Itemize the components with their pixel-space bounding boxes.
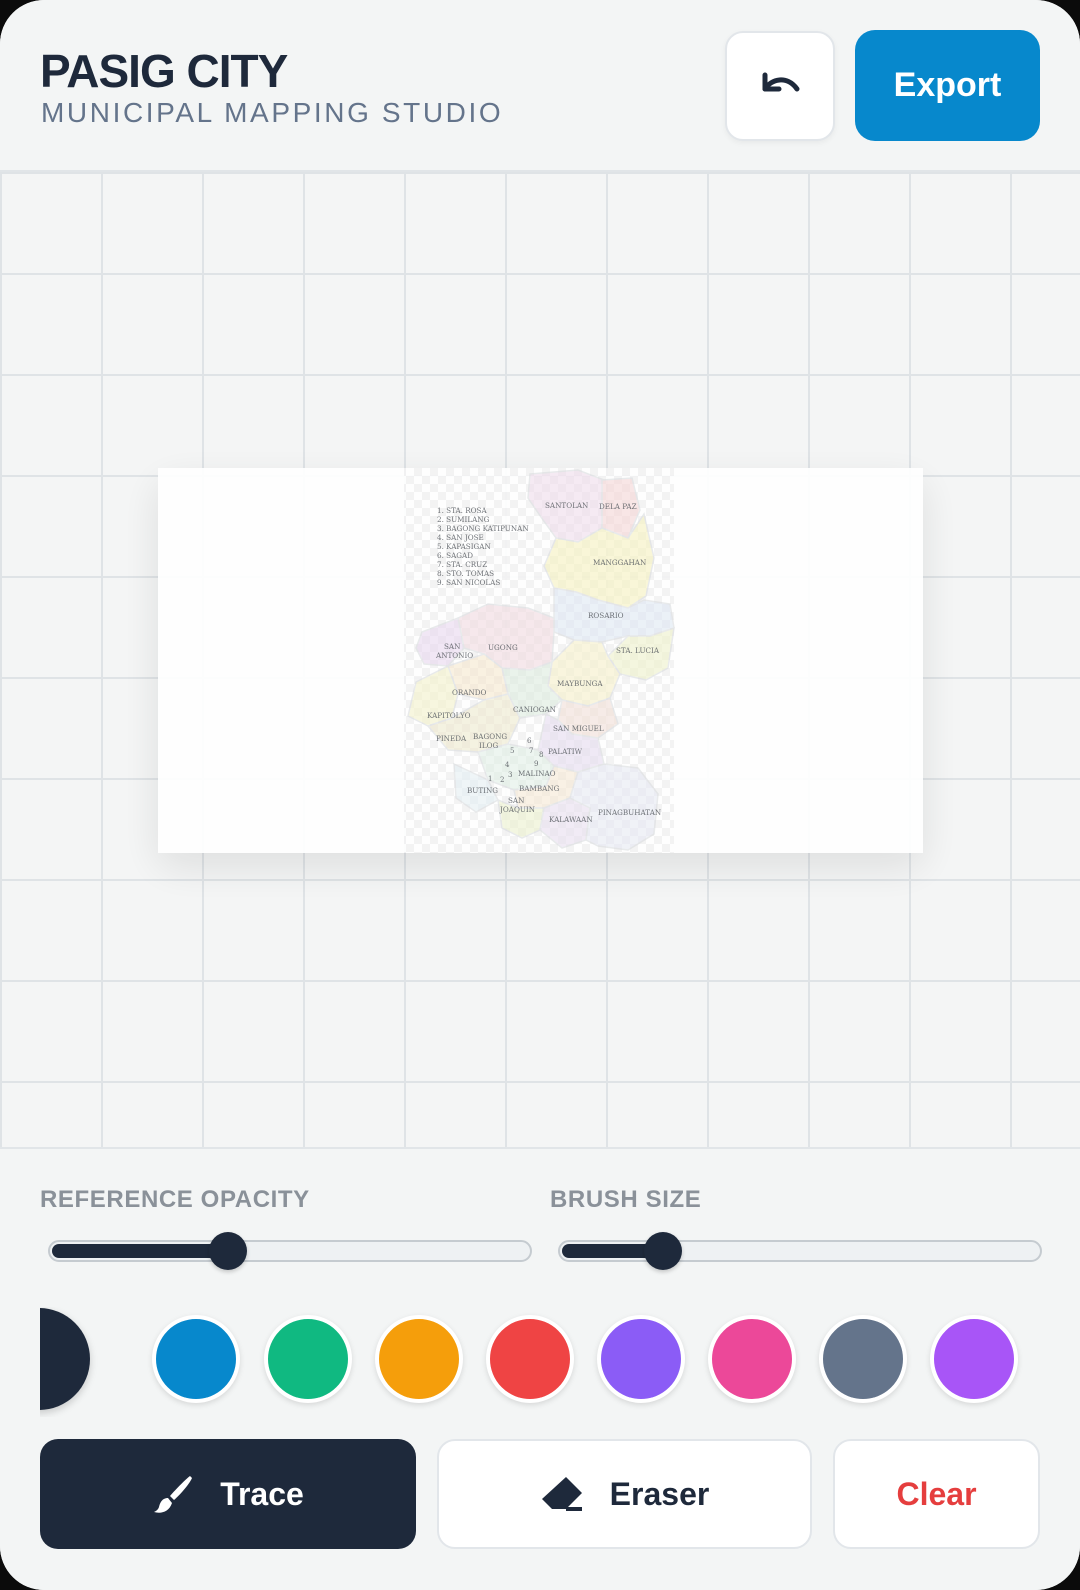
map-label: PINEDA (436, 734, 467, 743)
opacity-slider-fill (52, 1244, 230, 1258)
clear-label: Clear (896, 1475, 977, 1512)
map-label: BUTING (467, 786, 498, 795)
legend-item: 4. SAN JOSE (437, 533, 484, 542)
color-swatch[interactable] (708, 1315, 796, 1403)
map-label: SAN (508, 796, 524, 805)
trace-tool-button[interactable]: Trace (40, 1439, 416, 1549)
app-subtitle: MUNICIPAL MAPPING STUDIO (41, 97, 504, 128)
map-number: 7 (529, 747, 533, 755)
map-label: ILOG (479, 741, 499, 750)
map-label: BAGONG (473, 732, 507, 741)
map-number: 6 (527, 737, 532, 745)
map-label: CANIOGAN (513, 705, 556, 714)
map-number: 3 (508, 771, 512, 779)
undo-icon (762, 72, 800, 92)
map-label: ORANDO (452, 688, 487, 697)
map-label: SAN (444, 642, 460, 651)
map-label: MALINAO (518, 769, 556, 778)
app-title: PASIG CITY (40, 45, 288, 97)
opacity-slider[interactable] (48, 1232, 532, 1270)
legend-item: 2. SUMILANG (437, 515, 490, 524)
clear-button[interactable]: Clear (833, 1439, 1040, 1549)
opacity-slider-thumb[interactable] (209, 1232, 247, 1270)
reference-image: 1. STA. ROSA 2. SUMILANG 3. BAGONG KATIP… (158, 468, 923, 853)
eraser-tool-button[interactable]: Eraser (437, 1439, 812, 1549)
app-window: PASIG CITY MUNICIPAL MAPPING STUDIO Expo… (0, 0, 1080, 1590)
legend-item: 1. STA. ROSA (437, 506, 487, 515)
controls-panel: REFERENCE OPACITY BRUSH SIZE Trace Erase… (0, 1150, 1080, 1590)
color-swatch[interactable] (930, 1315, 1018, 1403)
legend-item: 6. SAGAD (437, 551, 473, 560)
legend-item: 3. BAGONG KATIPUNAN (437, 524, 529, 533)
trace-label: Trace (220, 1475, 304, 1512)
map-label: PINAGBUHATAN (598, 808, 661, 817)
map-label: MAYBUNGA (557, 679, 603, 688)
color-swatch[interactable] (264, 1315, 352, 1403)
legend-item: 8. STO. TOMAS (437, 569, 494, 578)
color-swatch[interactable] (819, 1315, 907, 1403)
color-swatch[interactable] (486, 1315, 574, 1403)
map-label: STA. LUCIA (616, 646, 660, 655)
map-number: 9 (534, 760, 538, 768)
map-label: MANGGAHAN (593, 558, 646, 567)
export-button[interactable]: Export (855, 30, 1040, 141)
color-swatch[interactable] (597, 1315, 685, 1403)
header: PASIG CITY MUNICIPAL MAPPING STUDIO Expo… (0, 0, 1080, 172)
color-swatch[interactable] (152, 1315, 240, 1403)
map-label: UGONG (488, 643, 518, 652)
map-number: 1 (488, 775, 492, 783)
map-label: SANTOLAN (545, 501, 588, 510)
eraser-icon (541, 1477, 582, 1511)
map-label: SAN MIGUEL (553, 724, 604, 733)
brush-size-label: BRUSH SIZE (550, 1186, 702, 1213)
map-number: 4 (505, 761, 510, 769)
brush-icon (154, 1476, 193, 1513)
undo-button[interactable] (725, 31, 835, 141)
opacity-label: REFERENCE OPACITY (40, 1186, 310, 1213)
brush-size-slider[interactable] (558, 1232, 1042, 1270)
legend-item: 7. STA. CRUZ (437, 560, 487, 569)
map-label: JOAQUIN (499, 805, 535, 814)
brush-size-slider-thumb[interactable] (644, 1232, 682, 1270)
map-label: PALATIW (548, 747, 583, 756)
map-label: KALAWAAN (549, 815, 593, 824)
legend-item: 9. SAN NICOLAS (437, 578, 500, 587)
map-number: 8 (539, 751, 543, 759)
color-swatch[interactable] (375, 1315, 463, 1403)
drawing-canvas[interactable]: 1. STA. ROSA 2. SUMILANG 3. BAGONG KATIP… (0, 172, 1080, 1149)
legend-item: 5. KAPASIGAN (437, 542, 491, 551)
map-label: ANTONIO (435, 651, 473, 660)
color-palette (40, 1307, 1080, 1417)
map-label: BAMBANG (519, 784, 560, 793)
map-label: DELA PAZ (599, 502, 637, 511)
color-swatch[interactable] (40, 1308, 90, 1410)
reference-map: 1. STA. ROSA 2. SUMILANG 3. BAGONG KATIP… (404, 468, 675, 853)
map-label: KAPITOLYO (427, 711, 471, 720)
map-label: ROSARIO (588, 611, 624, 620)
map-number: 2 (500, 776, 504, 784)
map-number: 5 (510, 747, 514, 755)
eraser-label: Eraser (609, 1475, 710, 1512)
